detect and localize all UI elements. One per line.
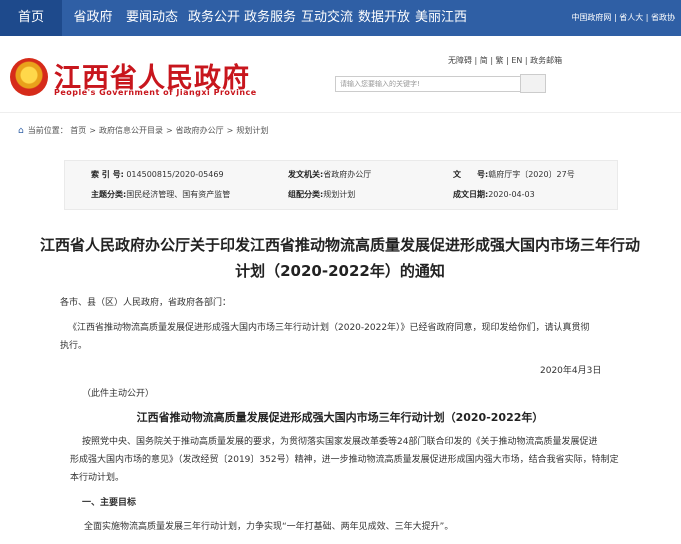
paragraph-1: 《江西省推动物流高质量发展促进形成强大国内市场三年行动计划（2020-2022年… [60,323,590,351]
nav-item-government-affairs-open[interactable]: 政务公开 [184,0,244,36]
meta-doc-number: 文 号:赣府厅字〔2020〕27号 [453,170,575,179]
meta-topic: 主题分类:国民经济管理、国有资产监管 [91,190,231,199]
breadcrumb-label: 当前位置： [27,126,68,135]
utility-links[interactable]: 无障碍 | 简 | 繁 | EN | 政务邮箱 [448,55,562,66]
nav-item-home[interactable]: 首页 [0,0,62,36]
salutation: 各市、县（区）人民政府，省政府各部门： [60,298,232,308]
plan-title: 江西省推动物流高质量发展促进形成强大国内市场三年行动计划（2020-2022年） [136,411,544,424]
nav-item-beautiful-jiangxi[interactable]: 美丽江西 [411,0,471,36]
nav-item-provincial-government[interactable]: 省政府 [70,0,116,36]
document-metadata-box: 索 引 号: 014500815/2020-05469 发文机关:省政府办公厅 … [64,160,618,210]
breadcrumb-item-plans[interactable]: 规划计划 [236,126,268,135]
meta-genre: 组配分类:规划计划 [288,190,356,199]
breadcrumb-item-office[interactable]: 省政府办公厅 [176,126,224,135]
home-icon: ⌂ [18,126,24,136]
search-input[interactable]: 请输入您要输入的关键字! [335,76,521,92]
site-subtitle: People's Government of Jiangxi Province [54,88,257,97]
nav-item-government-services[interactable]: 政务服务 [240,0,300,36]
nav-item-interaction[interactable]: 互动交流 [297,0,357,36]
paragraph-3: 全面实施物流高质量发展三年行动计划，力争实现“一年打基础、两年见成效、三年大提升… [84,522,454,532]
breadcrumb-item-catalog[interactable]: 政府信息公开目录 [99,126,163,135]
external-links[interactable]: 中国政府网 | 省人大 | 省政协 [571,0,675,36]
meta-date: 成文日期:2020-04-03 [453,190,535,199]
search-button[interactable] [520,74,546,93]
article-title: 江西省人民政府办公厅关于印发江西省推动物流高质量发展促进形成强大国内市场三年行动… [40,236,641,280]
nav-item-open-data[interactable]: 数据开放 [354,0,414,36]
meta-index: 索 引 号: 014500815/2020-05469 [91,170,224,179]
top-nav-bar: 首页 省政府 要闻动态 政务公开 政务服务 互动交流 数据开放 美丽江西 中国政… [0,0,681,36]
breadcrumb: ⌂ 当前位置： 首页 > 政府信息公开目录 > 省政府办公厅 > 规划计划 [18,126,269,136]
document-date: 2020年4月3日 [540,366,602,376]
breadcrumb-item-home[interactable]: 首页 [70,126,86,135]
nav-item-news[interactable]: 要闻动态 [124,0,180,36]
disclosure-note: （此件主动公开） [82,389,155,399]
section-heading-1: 一、主要目标 [82,498,137,508]
meta-issuer: 发文机关:省政府办公厅 [288,170,372,179]
paragraph-2: 按照党中央、国务院关于推动高质量发展的要求，为贯彻落实国家发展改革委等24部门联… [70,437,619,483]
national-emblem-icon [10,58,48,96]
